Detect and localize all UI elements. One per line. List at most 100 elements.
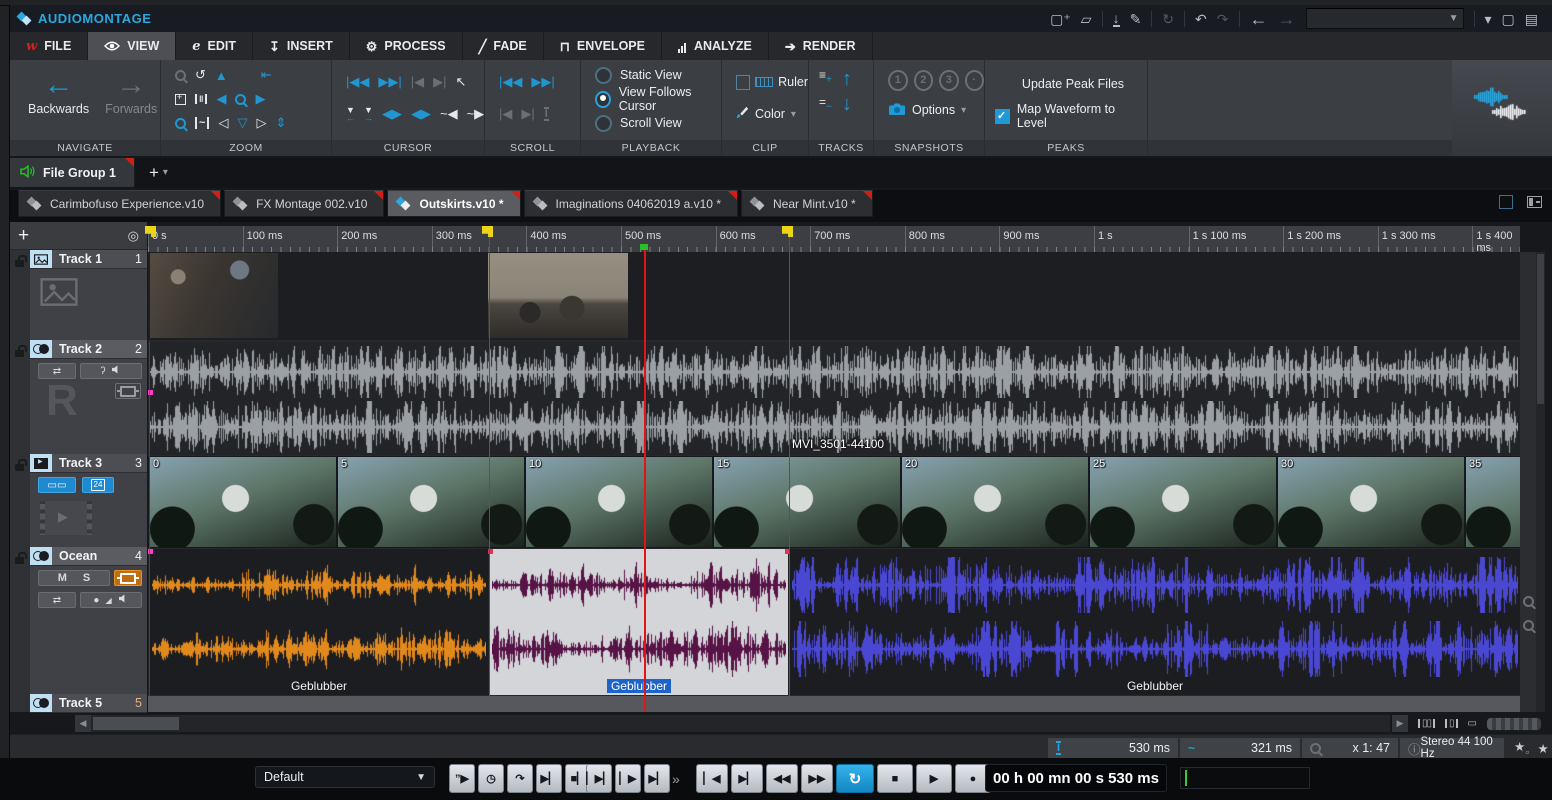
- maximize-icon[interactable]: ▢: [1502, 12, 1515, 26]
- picture-clip[interactable]: [488, 253, 628, 338]
- waveform-canvas[interactable]: [152, 557, 486, 613]
- tab-edit[interactable]: eEDIT: [176, 32, 253, 60]
- playhead-cursor[interactable]: [644, 250, 646, 712]
- time-ruler[interactable]: 0 s100 ms200 ms300 ms400 ms500 ms600 ms7…: [148, 226, 1520, 253]
- tab-fade[interactable]: ╱FADE: [463, 32, 544, 60]
- zoom-in-vertical-icon[interactable]: ▲: [215, 68, 228, 83]
- doc-tab-outskirts[interactable]: Outskirts.v10 *: [387, 190, 520, 217]
- star-icon[interactable]: ★: [1537, 741, 1548, 756]
- unlock-icon[interactable]: [15, 464, 24, 471]
- panel-layout-icon[interactable]: [1527, 196, 1542, 208]
- audio-track-icon[interactable]: [30, 547, 52, 565]
- move-track-down-icon[interactable]: ↓: [842, 93, 852, 116]
- track-header-5[interactable]: Track 5 5: [10, 694, 147, 712]
- tab-render[interactable]: ➔RENDER: [769, 32, 873, 60]
- zoom-vertical-auto-icon[interactable]: ⇕: [275, 115, 286, 131]
- layout-select-icon[interactable]: ▤: [1525, 12, 1538, 26]
- transport-preset-select[interactable]: Default▼: [255, 766, 435, 788]
- clip-color-button[interactable]: Color▾: [722, 102, 808, 126]
- monitor-button[interactable]: ʔ: [80, 363, 142, 379]
- waveform-canvas[interactable]: [150, 346, 1518, 398]
- waveform-canvas[interactable]: [152, 621, 486, 677]
- cursor-to-start-icon[interactable]: |◀◀: [346, 74, 369, 90]
- file-group-tab[interactable]: File Group 1: [10, 158, 135, 187]
- empty-track-lane[interactable]: [148, 696, 1520, 712]
- skip-forward-button[interactable]: ▶▏: [644, 764, 670, 793]
- record-monitor-button[interactable]: ●◢: [80, 592, 142, 608]
- forward-button[interactable]: ▶▶: [801, 764, 833, 793]
- play-to-cursor-button[interactable]: ▶▏: [536, 764, 562, 793]
- undo-icon[interactable]: ↶: [1195, 12, 1207, 26]
- routing-button[interactable]: ⇄: [38, 592, 76, 608]
- scrollbar-thumb[interactable]: [1537, 254, 1544, 404]
- scroll-view-radio[interactable]: Scroll View: [581, 111, 721, 135]
- zoom-out-horizontal-icon[interactable]: ◀: [216, 91, 226, 107]
- track-title-row[interactable]: Track 1 1: [30, 250, 147, 269]
- video-frame-thumb[interactable]: 0: [150, 457, 336, 547]
- zoom-in-small-icon[interactable]: ▷: [256, 115, 266, 131]
- snapshots-options-button[interactable]: Options▾: [874, 98, 984, 122]
- mute-solo-buttons[interactable]: MS: [38, 570, 110, 586]
- add-file-group-button[interactable]: +▾: [149, 158, 168, 187]
- audio-track-icon[interactable]: [30, 340, 52, 358]
- save-as-icon[interactable]: ✎: [1130, 12, 1142, 26]
- marker-left-icon[interactable]: ▼←: [346, 106, 355, 122]
- edit-cursor-icon[interactable]: ↖: [456, 74, 467, 90]
- scroll-left-button[interactable]: ◀: [75, 715, 91, 732]
- track-title-row[interactable]: Track 3 3: [30, 454, 147, 473]
- magnifier-icon[interactable]: [1523, 596, 1534, 607]
- track-title-row[interactable]: Track 2 2: [30, 340, 147, 359]
- loop-button[interactable]: ↻: [836, 764, 874, 793]
- waveform-canvas[interactable]: [792, 557, 1518, 613]
- zoom-out-small-icon[interactable]: ◁: [218, 115, 228, 131]
- timed-play-button[interactable]: ◷: [478, 764, 504, 793]
- stop-button[interactable]: ■: [877, 764, 913, 793]
- vertical-scrollbar[interactable]: [1536, 252, 1545, 712]
- video-frame-thumb[interactable]: 35: [1466, 457, 1520, 547]
- tab-analyze[interactable]: ANALYZE: [662, 32, 769, 60]
- waveform-canvas[interactable]: [792, 621, 1518, 677]
- audio-clip[interactable]: Geblubber: [790, 549, 1520, 695]
- marker-right-icon[interactable]: ▼→: [364, 106, 373, 122]
- track-header-1[interactable]: Track 1 1: [10, 250, 147, 340]
- selection-length-field[interactable]: ~321 ms: [1180, 738, 1300, 758]
- cursor-time-field[interactable]: I530 ms: [1048, 738, 1178, 758]
- waveform-canvas[interactable]: [492, 621, 786, 677]
- open-folder-icon[interactable]: ▱: [1081, 12, 1092, 26]
- unlock-icon[interactable]: [15, 260, 24, 267]
- skip-range-button[interactable]: ▏▶▏: [586, 764, 612, 793]
- picture-clip[interactable]: [150, 253, 278, 338]
- monitor-plug-button[interactable]: [114, 570, 142, 586]
- view-mode-c-icon[interactable]: ▭: [1468, 718, 1476, 729]
- go-to-end-button[interactable]: ▶▏: [731, 764, 763, 793]
- tab-view[interactable]: VIEW: [88, 32, 176, 60]
- map-waveform-checkbox[interactable]: Map Waveform to Level: [985, 104, 1147, 128]
- new-file-icon[interactable]: ▢⁺: [1050, 12, 1071, 26]
- star-add-icon[interactable]: ★○: [1514, 739, 1529, 757]
- solo-button[interactable]: S: [83, 572, 90, 584]
- reset-zoom-icon[interactable]: ↺: [195, 67, 206, 83]
- doc-tab-imaginations[interactable]: Imaginations 04062019 a.v10 *: [524, 190, 738, 217]
- clip-ruler-checkbox[interactable]: Ruler: [722, 70, 808, 94]
- save-icon[interactable]: ↓: [1113, 11, 1120, 27]
- view-mode-a-icon[interactable]: ▯▯: [1418, 719, 1435, 728]
- tab-envelope[interactable]: ⊓ENVELOPE: [544, 32, 662, 60]
- backwards-button[interactable]: ←Backwards: [22, 68, 95, 148]
- play-button[interactable]: ▶: [916, 764, 952, 793]
- video-frame-thumb[interactable]: 25: [1090, 457, 1276, 547]
- scrollbar-thumb[interactable]: [93, 717, 179, 730]
- tab-file[interactable]: wFILE: [10, 32, 88, 60]
- add-track-icon[interactable]: ≡+: [819, 68, 832, 85]
- nudge-cursor-left-icon[interactable]: ◀▶: [382, 106, 402, 122]
- view-mode-b-icon[interactable]: ▯: [1445, 719, 1458, 728]
- remove-track-icon[interactable]: =−: [819, 95, 832, 112]
- scroll-to-start-icon[interactable]: |◀◀: [499, 74, 522, 90]
- zoom-out-vertical-icon[interactable]: ▽: [237, 115, 247, 131]
- rewind-button[interactable]: ◀◀: [766, 764, 798, 793]
- video-frame-thumb[interactable]: 20: [902, 457, 1088, 547]
- tab-checkbox-icon[interactable]: [1499, 195, 1513, 209]
- more-chevrons-icon[interactable]: »: [672, 771, 680, 787]
- waveform-canvas[interactable]: [492, 557, 786, 613]
- audio-track-lane[interactable]: MVI_3501-44100: [148, 342, 1520, 455]
- track-title-row[interactable]: Track 5 5: [30, 694, 147, 713]
